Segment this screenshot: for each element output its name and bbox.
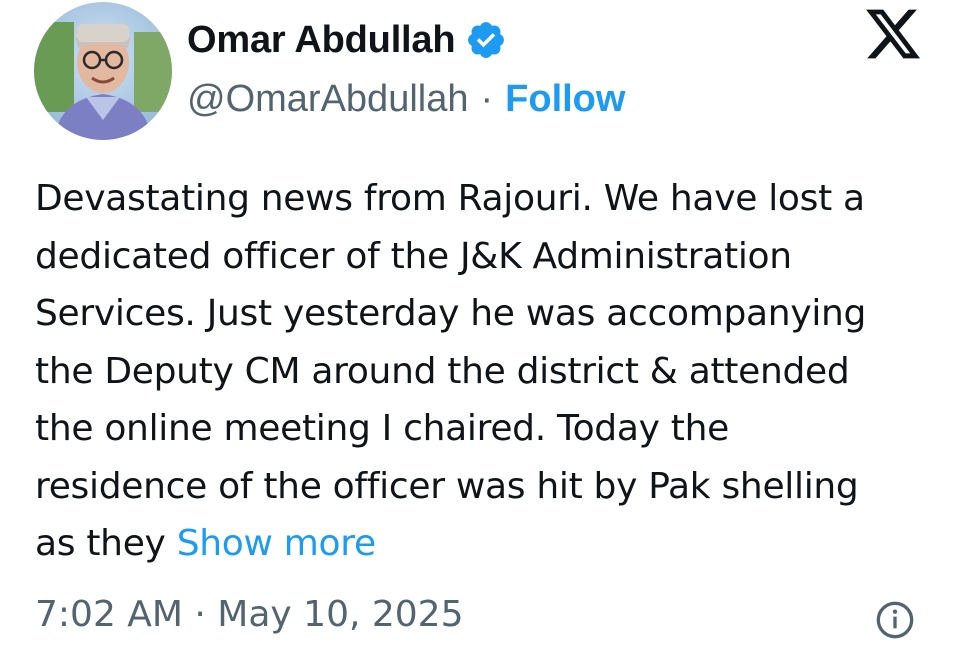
- tweet-text-line: dedicated officer of the J&K Administrat…: [35, 235, 792, 277]
- avatar-image: [34, 2, 172, 140]
- tweet-text-line: the online meeting I chaired. Today the: [35, 408, 729, 449]
- tweet-text-line: residence of the officer was hit by Pak …: [35, 465, 859, 507]
- author-handle-row: @OmarAbdullah · Follow: [187, 74, 625, 124]
- separator-dot: ·: [480, 77, 494, 120]
- tweet-text: Devastating news from Rajouri. We have l…: [35, 170, 940, 573]
- x-logo-icon[interactable]: [862, 4, 924, 64]
- author-name-row: Omar Abdullah: [187, 14, 507, 66]
- info-icon[interactable]: [875, 600, 915, 640]
- tweet-text-line: Services. Just yesterday he was accompan…: [35, 293, 867, 334]
- timestamp[interactable]: 7:02 AM · May 10, 2025: [35, 594, 463, 635]
- tweet-card: Omar Abdullah @OmarAbdullah · Follow Dev…: [0, 0, 962, 639]
- author-handle[interactable]: @OmarAbdullah: [187, 78, 468, 121]
- tweet-text-last-line: as they Show more: [35, 515, 940, 573]
- follow-button[interactable]: Follow: [505, 78, 625, 121]
- tweet-text-fragment: as they: [35, 523, 166, 564]
- avatar[interactable]: [34, 2, 172, 140]
- show-more-link[interactable]: Show more: [177, 523, 376, 564]
- tweet-text-line: the Deputy CM around the district & atte…: [35, 350, 850, 392]
- tweet-text-line: Devastating news from Rajouri. We have l…: [35, 178, 865, 219]
- display-name[interactable]: Omar Abdullah: [187, 19, 456, 62]
- verified-badge-icon: [465, 19, 507, 61]
